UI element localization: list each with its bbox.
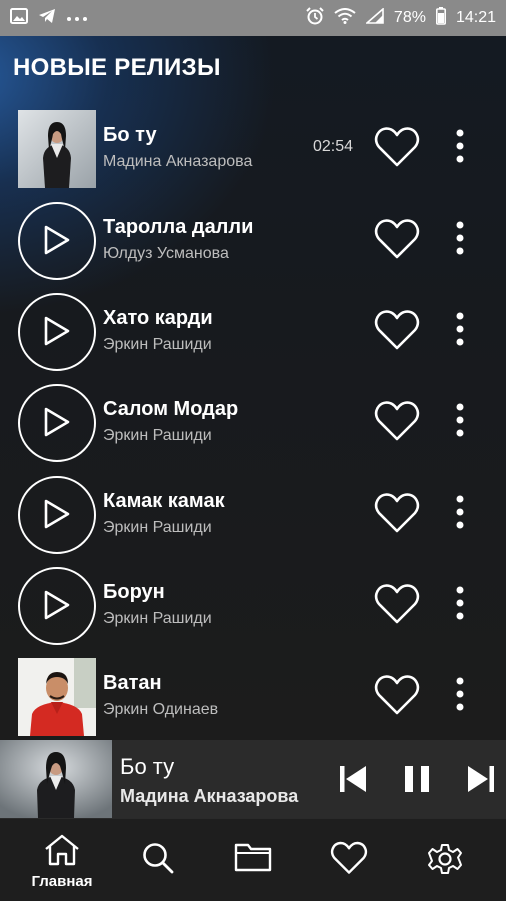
heart-icon xyxy=(374,310,420,350)
heart-icon xyxy=(374,584,420,624)
section-title: НОВЫЕ РЕЛИЗЫ xyxy=(13,54,221,81)
pause-icon xyxy=(405,766,429,792)
nav-favorites[interactable] xyxy=(299,819,399,901)
track-artist: Эркин Рашиди xyxy=(103,427,212,444)
like-button[interactable] xyxy=(374,126,420,168)
like-button[interactable] xyxy=(374,492,420,534)
heart-icon xyxy=(374,675,420,715)
track-title: Салом Модар xyxy=(103,398,239,420)
player-cover xyxy=(0,740,112,818)
bottom-navigation: Главная xyxy=(0,818,506,901)
track-item[interactable]: Ватан Эркин Одинаев xyxy=(0,656,506,740)
heart-icon xyxy=(374,401,420,441)
home-icon xyxy=(45,834,79,866)
play-button[interactable] xyxy=(18,293,96,371)
track-artist: Эркин Рашиди xyxy=(103,610,212,627)
heart-icon xyxy=(330,841,368,874)
play-button[interactable] xyxy=(18,384,96,462)
more-vert-icon xyxy=(456,495,464,529)
track-item[interactable]: Камак камак Эркин Рашиди xyxy=(0,474,506,565)
more-vert-icon xyxy=(456,586,464,620)
track-title: Ватан xyxy=(103,672,162,694)
battery-percent: 78% xyxy=(393,9,426,26)
track-duration: 02:54 xyxy=(313,138,354,155)
more-options-button[interactable] xyxy=(448,586,472,620)
track-item[interactable]: Хато карди Эркин Рашиди xyxy=(0,291,506,382)
more-vert-icon xyxy=(456,403,464,437)
settings-icon xyxy=(428,844,462,874)
skip-next-icon xyxy=(468,766,494,792)
nav-settings[interactable] xyxy=(395,819,495,901)
like-button[interactable] xyxy=(374,674,420,716)
track-item[interactable]: Бо ту Мадина Акназарова 02:54 xyxy=(0,108,506,199)
play-icon xyxy=(44,225,70,255)
track-artist: Эркин Рашиди xyxy=(103,336,212,353)
play-button[interactable] xyxy=(18,202,96,280)
heart-icon xyxy=(374,219,420,259)
like-button[interactable] xyxy=(374,583,420,625)
play-icon xyxy=(44,407,70,437)
more-options-button[interactable] xyxy=(448,403,472,437)
track-title: Таролла далли xyxy=(103,216,254,238)
like-button[interactable] xyxy=(374,400,420,442)
more-dots-icon xyxy=(66,9,88,27)
play-button[interactable] xyxy=(18,476,96,554)
more-options-button[interactable] xyxy=(448,495,472,529)
play-icon xyxy=(44,590,70,620)
alarm-icon xyxy=(306,6,324,30)
clock: 14:21 xyxy=(455,9,496,26)
main-content: НОВЫЕ РЕЛИЗЫ Бо ту Мадина Акназарова 02:… xyxy=(0,36,506,740)
more-vert-icon xyxy=(456,312,464,346)
more-options-button[interactable] xyxy=(448,677,472,711)
next-button[interactable] xyxy=(466,764,496,799)
mini-player[interactable]: Бо ту Мадина Акназарова xyxy=(0,740,506,818)
more-options-button[interactable] xyxy=(448,221,472,255)
more-options-button[interactable] xyxy=(448,312,472,346)
play-button[interactable] xyxy=(18,567,96,645)
heart-icon xyxy=(374,493,420,533)
track-item[interactable]: Борун Эркин Рашиди xyxy=(0,565,506,656)
status-bar: 78% 14:21 xyxy=(0,0,506,36)
like-button[interactable] xyxy=(374,309,420,351)
album-cover xyxy=(18,658,96,736)
track-artist: Юлдуз Усманова xyxy=(103,245,229,262)
nav-home[interactable]: Главная xyxy=(12,819,112,901)
nav-search[interactable] xyxy=(108,819,208,901)
track-item[interactable]: Таролла далли Юлдуз Усманова xyxy=(0,200,506,291)
track-item[interactable]: Салом Модар Эркин Рашиди xyxy=(0,382,506,473)
heart-icon xyxy=(374,127,420,167)
more-options-button[interactable] xyxy=(448,129,472,163)
folder-icon xyxy=(234,843,272,872)
signal-icon xyxy=(364,6,384,29)
track-title: Хато карди xyxy=(103,307,213,329)
play-icon xyxy=(44,499,70,529)
track-artist: Мадина Акназарова xyxy=(103,153,253,170)
nav-folder[interactable] xyxy=(203,819,303,901)
track-title: Камак камак xyxy=(103,490,225,512)
play-icon xyxy=(44,316,70,346)
player-title: Бо ту xyxy=(120,754,175,779)
player-artist: Мадина Акназарова xyxy=(120,786,299,806)
track-artist: Эркин Одинаев xyxy=(103,701,219,718)
more-vert-icon xyxy=(456,129,464,163)
more-vert-icon xyxy=(456,677,464,711)
previous-button[interactable] xyxy=(338,764,368,799)
telegram-icon xyxy=(38,8,56,29)
track-artist: Эркин Рашиди xyxy=(103,519,212,536)
search-icon xyxy=(143,843,174,874)
track-title: Борун xyxy=(103,581,165,603)
more-vert-icon xyxy=(456,221,464,255)
nav-home-label: Главная xyxy=(31,873,93,890)
skip-previous-icon xyxy=(340,766,366,792)
battery-icon xyxy=(435,6,446,30)
album-cover xyxy=(18,110,96,188)
track-title: Бо ту xyxy=(103,124,157,146)
like-button[interactable] xyxy=(374,218,420,260)
image-icon xyxy=(10,7,28,29)
pause-button[interactable] xyxy=(402,764,432,799)
wifi-icon xyxy=(334,7,356,29)
